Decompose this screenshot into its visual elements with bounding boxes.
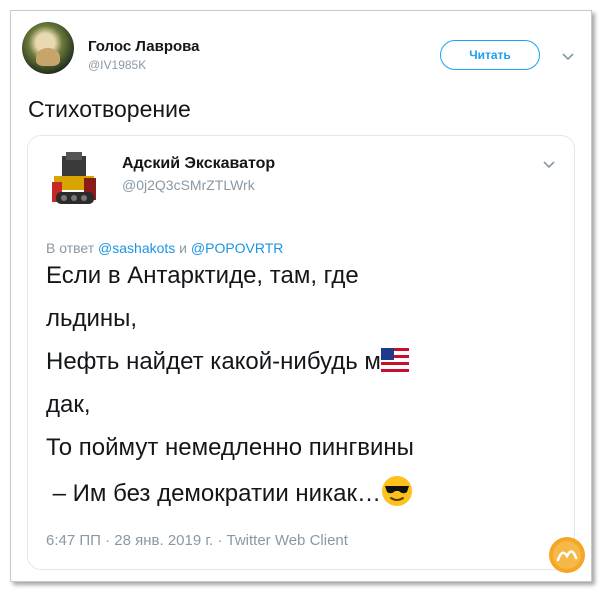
reply-and: и (179, 240, 187, 256)
poem-line-with-flag: Нефть найдет какой-нибудь м (46, 348, 409, 376)
follow-button[interactable]: Читать (440, 40, 540, 70)
poem-line: льдины, (46, 305, 138, 332)
site-logo-icon (549, 537, 585, 573)
poem-line: дак, (46, 391, 91, 418)
excavator-avatar[interactable] (44, 148, 104, 210)
us-flag-icon (380, 348, 409, 372)
poem-line-with-emoji: – Им без демократии никак… (46, 475, 413, 508)
quoted-author-handle[interactable]: @0j2Q3cSMrZTLWrk (122, 177, 255, 193)
poem-line: То поймут немедленно пингвины (46, 434, 414, 461)
author-name[interactable]: Голос Лаврова (88, 38, 200, 55)
reply-to-line: В ответ @sashakots и @POPOVRTR (46, 240, 283, 256)
poem-line: Если в Антарктиде, там, где (46, 262, 359, 289)
tweet-text: Стихотворение (28, 96, 191, 122)
chevron-down-icon[interactable] (561, 52, 575, 62)
chevron-down-icon[interactable] (542, 160, 556, 170)
avatar[interactable] (22, 22, 74, 74)
tweet-meta[interactable]: 6:47 ПП · 28 янв. 2019 г. · Twitter Web … (46, 532, 348, 549)
sunglasses-emoji-icon (381, 476, 412, 506)
reply-user-link[interactable]: @sashakots (98, 240, 175, 256)
author-handle[interactable]: @IV1985K (88, 58, 146, 72)
quoted-author-name[interactable]: Адский Экскаватор (122, 155, 275, 173)
reply-prefix: В ответ (46, 240, 95, 256)
poem-line-text: Нефть найдет какой-нибудь м (46, 348, 381, 375)
reply-user-link[interactable]: @POPOVRTR (191, 240, 284, 256)
poem-line-text: – Им без демократии никак… (46, 480, 381, 507)
